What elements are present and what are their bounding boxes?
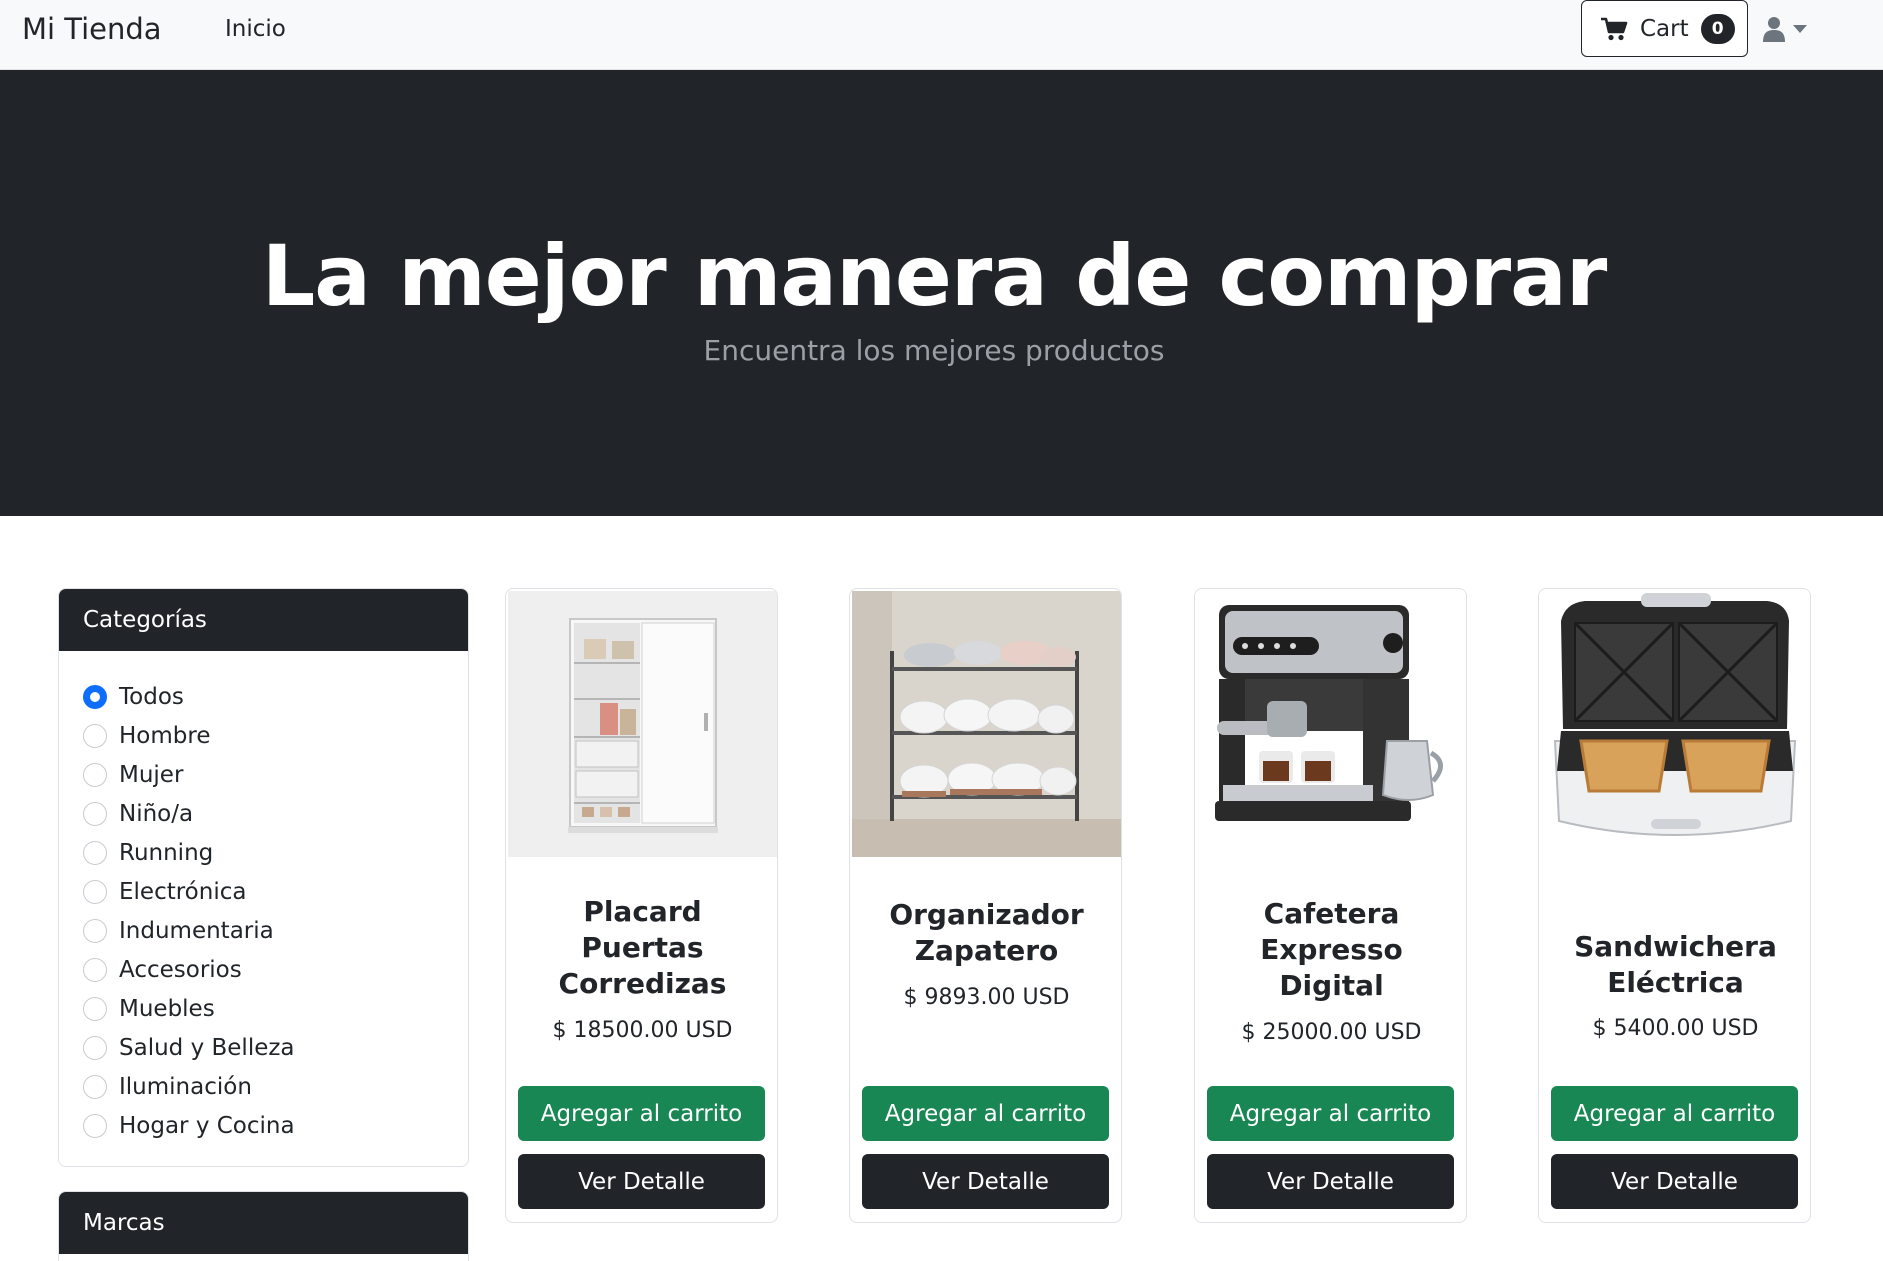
category-label: Accesorios xyxy=(119,956,242,983)
sandwich-maker-image xyxy=(1541,591,1810,857)
radio-button[interactable] xyxy=(83,996,107,1021)
category-label: Muebles xyxy=(119,995,215,1022)
add-to-cart-button[interactable]: Agregar al carrito xyxy=(862,1086,1109,1141)
chevron-down-icon xyxy=(1793,25,1807,33)
view-detail-button[interactable]: Ver Detalle xyxy=(518,1154,765,1209)
radio-button[interactable] xyxy=(83,1074,107,1099)
user-menu-toggle[interactable] xyxy=(1763,14,1807,44)
product-title-line: Eléctrica xyxy=(1607,966,1744,999)
category-label: Niño/a xyxy=(119,800,194,827)
cart-count-badge: 0 xyxy=(1700,13,1735,44)
navbar-brand[interactable]: Mi Tienda xyxy=(22,12,162,46)
view-detail-button[interactable]: Ver Detalle xyxy=(1207,1154,1454,1209)
category-label: Hombre xyxy=(119,722,211,749)
category-label: Salud y Belleza xyxy=(119,1034,295,1061)
category-option-mujer[interactable]: Mujer xyxy=(59,755,468,794)
category-label: Todos xyxy=(119,683,184,710)
radio-button[interactable] xyxy=(83,723,107,748)
user-icon xyxy=(1763,17,1785,42)
view-detail-button[interactable]: Ver Detalle xyxy=(862,1154,1109,1209)
product-title-line: Zapatero xyxy=(914,934,1059,967)
product-title-line: Placard xyxy=(583,895,702,928)
category-option-indumentaria[interactable]: Indumentaria xyxy=(59,911,468,950)
radio-button[interactable] xyxy=(83,1035,107,1060)
product-price: $ 25000.00 USD xyxy=(1241,1020,1422,1045)
radio-button[interactable] xyxy=(83,684,107,709)
product-card: Sandwichera Eléctrica $ 5400.00 USD Agre… xyxy=(1538,588,1811,1223)
add-to-cart-button[interactable]: Agregar al carrito xyxy=(518,1086,765,1141)
category-option-todos[interactable]: Todos xyxy=(59,677,468,716)
category-option-hogar-y-cocina[interactable]: Hogar y Cocina xyxy=(59,1106,468,1145)
categories-list: Todos Hombre Mujer Niño/a Running Electr… xyxy=(59,651,468,1145)
product-title: Placard Puertas Corredizas xyxy=(516,894,769,1002)
nav-link-inicio[interactable]: Inicio xyxy=(225,16,286,42)
product-title-line: Cafetera xyxy=(1263,897,1400,930)
category-label: Iluminación xyxy=(119,1073,252,1100)
product-title: Sandwichera Eléctrica xyxy=(1549,929,1802,1001)
cart-button[interactable]: Cart 0 xyxy=(1581,0,1748,57)
category-label: Indumentaria xyxy=(119,917,274,944)
cart-icon xyxy=(1601,17,1628,40)
add-to-cart-button[interactable]: Agregar al carrito xyxy=(1551,1086,1798,1141)
radio-button[interactable] xyxy=(83,918,107,943)
hero-subtitle: Encuentra los mejores productos xyxy=(703,334,1165,367)
product-title: Cafetera Expresso Digital xyxy=(1205,896,1458,1004)
product-title-line: Organizador xyxy=(889,898,1084,931)
categories-header: Categorías xyxy=(59,589,468,651)
radio-button[interactable] xyxy=(83,762,107,787)
categories-card: Categorías Todos Hombre Mujer Niño/a Run… xyxy=(58,588,469,1167)
category-option-electronica[interactable]: Electrónica xyxy=(59,872,468,911)
product-title-line: Corredizas xyxy=(558,967,727,1000)
product-card: Organizador Zapatero $ 9893.00 USD Agreg… xyxy=(849,588,1122,1223)
hero-title: La mejor manera de comprar xyxy=(261,227,1608,325)
add-to-cart-button[interactable]: Agregar al carrito xyxy=(1207,1086,1454,1141)
product-title-line: Puertas xyxy=(581,931,704,964)
radio-button[interactable] xyxy=(83,957,107,982)
view-detail-button[interactable]: Ver Detalle xyxy=(1551,1154,1798,1209)
category-option-accesorios[interactable]: Accesorios xyxy=(59,950,468,989)
product-title-line: Expresso xyxy=(1260,933,1403,966)
product-title-line: Sandwichera xyxy=(1574,930,1777,963)
radio-button[interactable] xyxy=(83,840,107,865)
product-card: Placard Puertas Corredizas $ 18500.00 US… xyxy=(505,588,778,1223)
product-title: Organizador Zapatero xyxy=(860,897,1113,969)
category-option-hombre[interactable]: Hombre xyxy=(59,716,468,755)
category-label: Hogar y Cocina xyxy=(119,1112,295,1139)
brands-header: Marcas xyxy=(59,1192,468,1254)
brands-card: Marcas xyxy=(58,1191,469,1261)
product-title-line: Digital xyxy=(1279,969,1384,1002)
radio-button[interactable] xyxy=(83,1113,107,1138)
coffee-machine-image xyxy=(1197,591,1466,857)
radio-button[interactable] xyxy=(83,801,107,826)
shoe-rack-image xyxy=(852,591,1121,857)
product-price: $ 5400.00 USD xyxy=(1592,1016,1759,1041)
category-option-nino[interactable]: Niño/a xyxy=(59,794,468,833)
category-label: Running xyxy=(119,839,214,866)
category-option-iluminacion[interactable]: Iluminación xyxy=(59,1067,468,1106)
category-option-salud-y-belleza[interactable]: Salud y Belleza xyxy=(59,1028,468,1067)
wardrobe-image xyxy=(508,591,777,857)
category-label: Mujer xyxy=(119,761,184,788)
category-label: Electrónica xyxy=(119,878,247,905)
radio-button[interactable] xyxy=(83,879,107,904)
category-option-muebles[interactable]: Muebles xyxy=(59,989,468,1028)
product-price: $ 9893.00 USD xyxy=(903,985,1070,1010)
cart-label: Cart xyxy=(1640,15,1689,42)
navbar: Mi Tienda Inicio Cart 0 xyxy=(0,0,1883,70)
product-price: $ 18500.00 USD xyxy=(552,1018,733,1043)
hero-banner: La mejor manera de comprar Encuentra los… xyxy=(0,70,1883,516)
product-card: Cafetera Expresso Digital $ 25000.00 USD… xyxy=(1194,588,1467,1223)
category-option-running[interactable]: Running xyxy=(59,833,468,872)
